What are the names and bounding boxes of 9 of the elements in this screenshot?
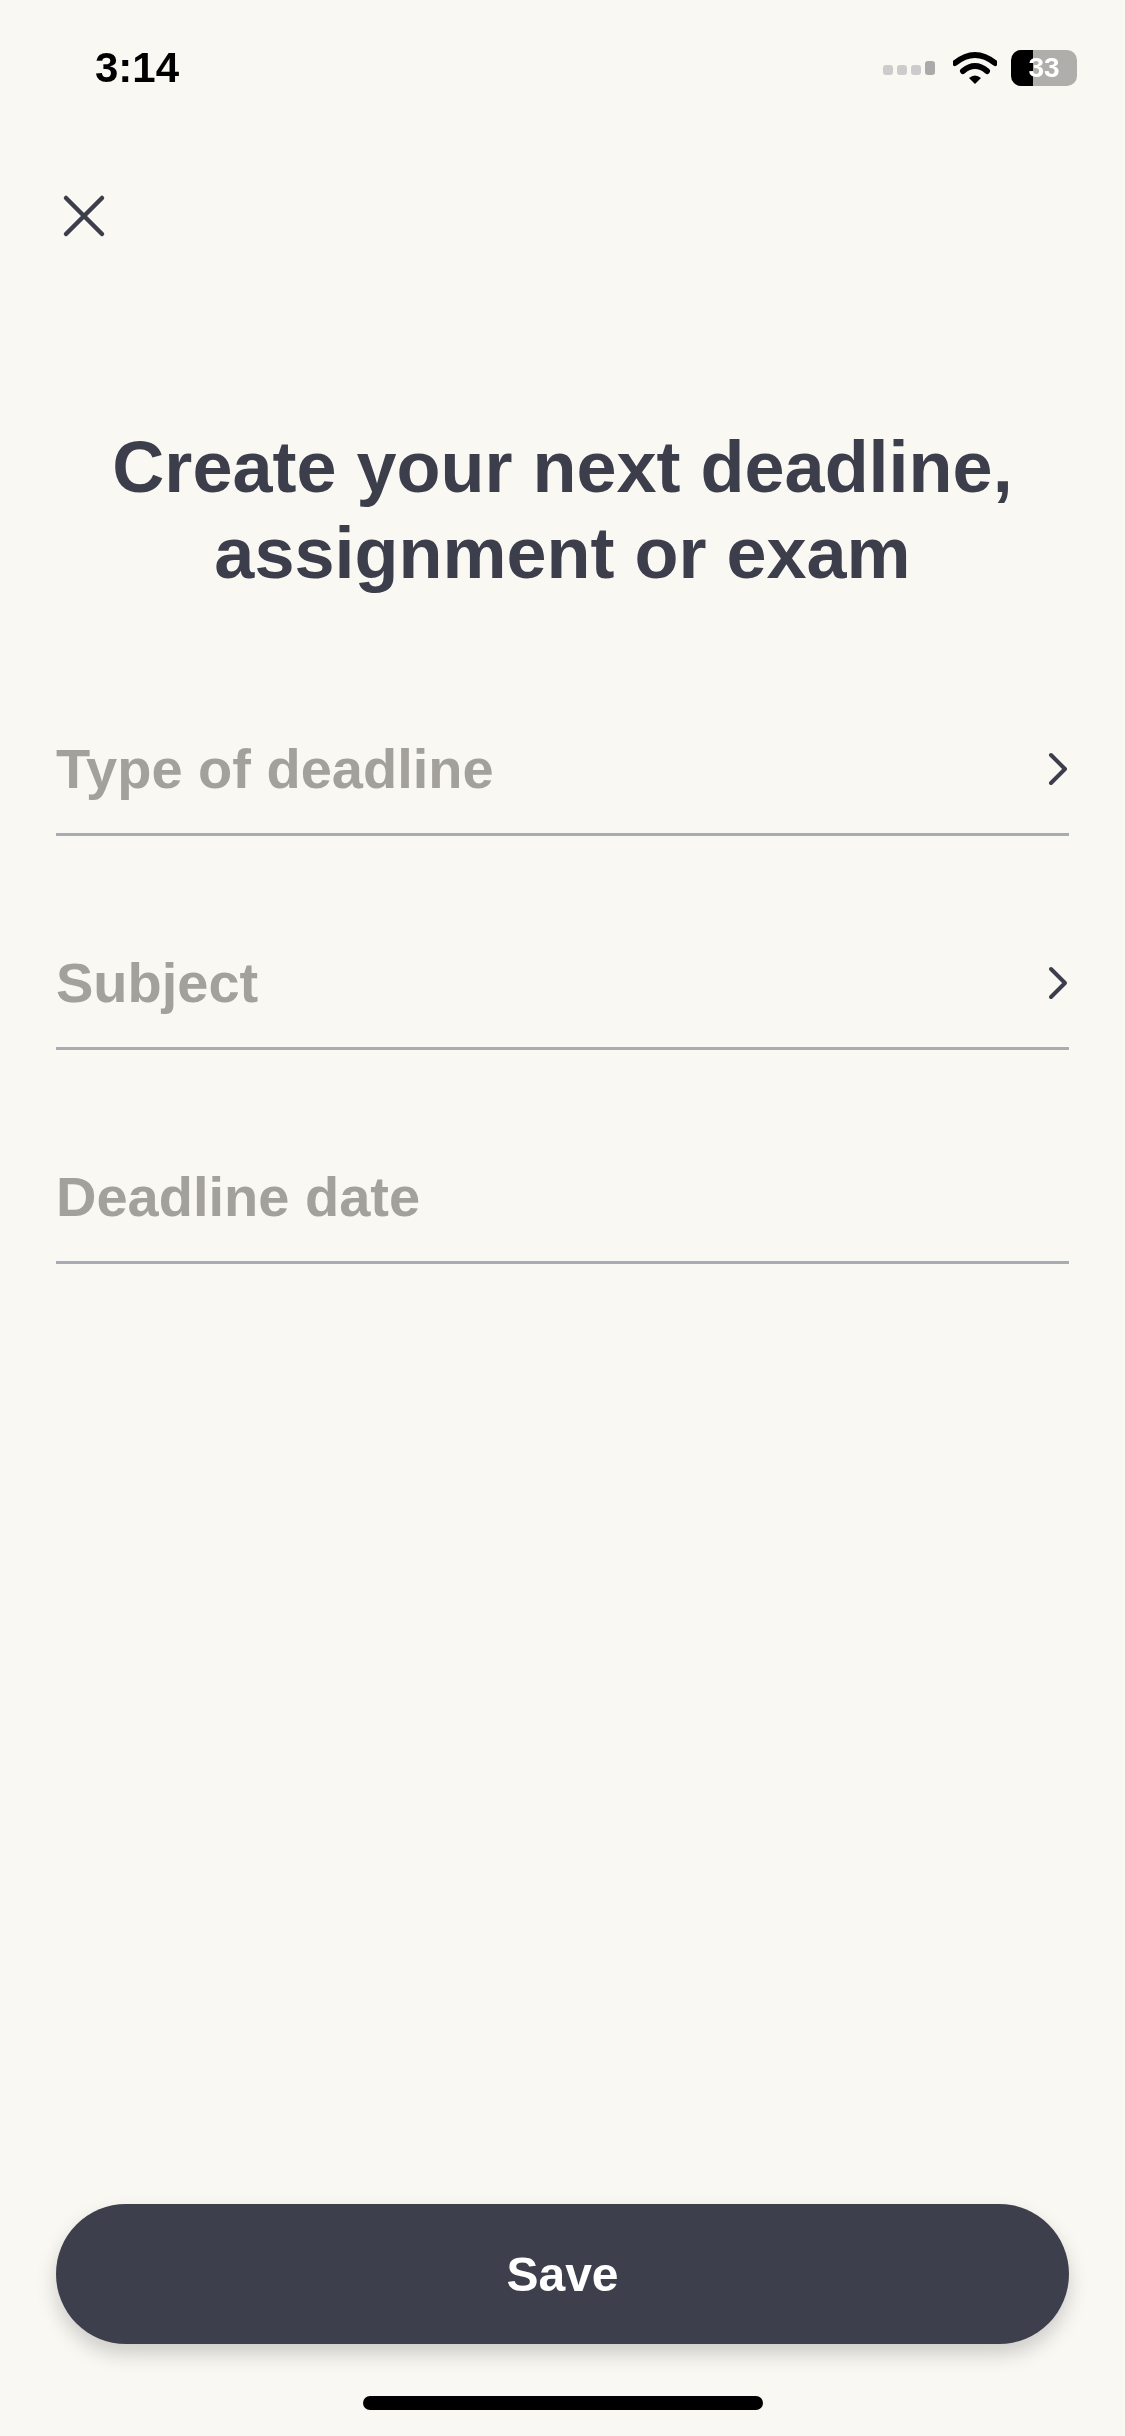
date-field[interactable]: Deadline date — [56, 1164, 1069, 1229]
wifi-icon — [953, 51, 997, 85]
page-title: Create your next deadline, assignment or exam — [111, 426, 1014, 595]
chevron-right-icon — [1047, 750, 1069, 787]
picker-field[interactable]: Type of deadline — [56, 736, 1047, 801]
chevron-right-icon — [1047, 964, 1069, 1001]
picker-field[interactable]: Subject — [56, 950, 1047, 1015]
save-button[interactable]: Save — [56, 2204, 1069, 2344]
status-time: 3:14 — [95, 44, 180, 92]
